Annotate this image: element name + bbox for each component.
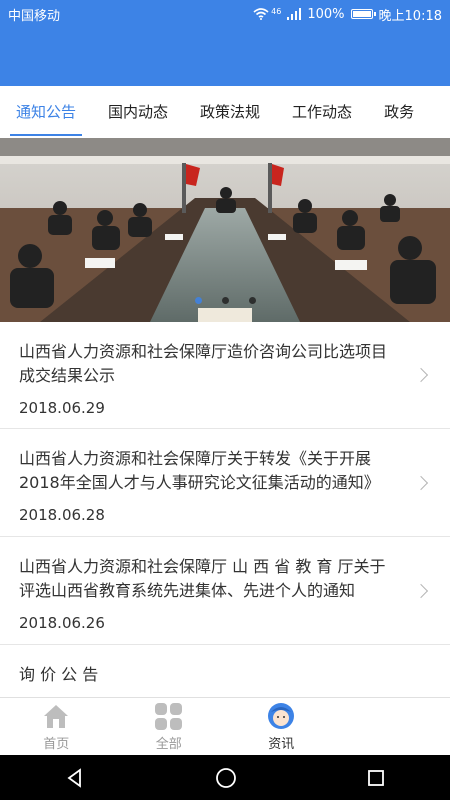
app-header xyxy=(0,28,450,86)
chevron-right-icon xyxy=(413,475,429,490)
back-icon[interactable] xyxy=(65,767,85,788)
news-date: 2018.06.26 xyxy=(19,614,105,632)
tab-label: 政务 xyxy=(384,103,415,121)
wifi-icon xyxy=(253,8,269,20)
tab-label: 政策法规 xyxy=(200,103,261,121)
news-item[interactable]: 山西省人力资源和社会保障厅关于转发《关于开展2018年全国人才与人事研究论文征集… xyxy=(0,429,450,537)
clock: 晚上10:18 xyxy=(378,8,442,24)
tab-policies[interactable]: 政策法规 xyxy=(184,86,276,138)
nav-news[interactable]: 资讯 xyxy=(225,698,338,756)
news-list: 山西省人力资源和社会保障厅造价咨询公司比选项目成交结果公示 2018.06.29… xyxy=(0,322,450,723)
recents-icon[interactable] xyxy=(367,769,385,787)
news-title: 山西省人力资源和社会保障厅 山 西 省 教 育 厅关于评选山西省教育系统先进集体… xyxy=(19,557,386,600)
network-type-label: 46 xyxy=(271,6,282,16)
chevron-right-icon xyxy=(413,367,429,383)
bottom-navigation: 首页 全部 资讯 xyxy=(0,697,450,756)
nav-mine[interactable] xyxy=(338,698,450,756)
home-icon xyxy=(41,702,71,730)
signal-icon xyxy=(287,8,302,20)
tab-work-news[interactable]: 工作动态 xyxy=(276,86,368,138)
battery-icon xyxy=(350,9,376,19)
news-avatar-icon xyxy=(266,702,296,730)
news-title: 山西省人力资源和社会保障厅关于转发《关于开展2018年全国人才与人事研究论文征集… xyxy=(19,449,380,492)
nav-label: 首页 xyxy=(43,737,70,752)
nav-label: 资讯 xyxy=(268,737,295,752)
carrier-label: 中国移动 xyxy=(8,8,61,24)
news-title: 询 价 公 告 xyxy=(19,665,99,684)
status-indicators: 46 100% 晚上10:18 xyxy=(253,5,442,24)
nav-all[interactable]: 全部 xyxy=(113,698,226,756)
news-item[interactable]: 山西省人力资源和社会保障厅 山 西 省 教 育 厅关于评选山西省教育系统先进集体… xyxy=(0,537,450,645)
news-item[interactable]: 询 价 公 告 xyxy=(0,645,450,723)
tab-notices[interactable]: 通知公告 xyxy=(0,86,92,138)
meeting-photo xyxy=(0,138,450,322)
battery-level xyxy=(352,11,371,17)
news-date: 2018.06.28 xyxy=(19,506,105,524)
grid-icon xyxy=(154,702,184,730)
tab-domestic-news[interactable]: 国内动态 xyxy=(92,86,184,138)
carousel-indicators xyxy=(0,297,450,304)
tab-label: 通知公告 xyxy=(16,103,77,121)
home-circle-icon[interactable] xyxy=(215,767,237,789)
status-bar: 中国移动 46 100% 晚上10:18 xyxy=(0,0,450,28)
carousel-dot[interactable] xyxy=(248,297,256,304)
nav-label: 全部 xyxy=(155,737,182,752)
nav-home[interactable]: 首页 xyxy=(0,698,113,756)
banner-carousel[interactable] xyxy=(0,138,450,322)
chevron-right-icon xyxy=(413,583,429,598)
tab-government-affairs[interactable]: 政务 xyxy=(368,86,430,138)
system-navigation-bar xyxy=(0,755,450,800)
nav-icon-obscured xyxy=(379,712,409,740)
category-tabs: 通知公告 国内动态 政策法规 工作动态 政务 xyxy=(0,86,450,139)
battery-percent: 100% xyxy=(307,6,345,22)
carousel-dot[interactable] xyxy=(221,297,229,304)
tab-label: 国内动态 xyxy=(108,103,169,121)
carousel-dot[interactable] xyxy=(194,297,202,304)
news-item[interactable]: 山西省人力资源和社会保障厅造价咨询公司比选项目成交结果公示 2018.06.29 xyxy=(0,322,450,429)
news-date: 2018.06.29 xyxy=(19,399,105,417)
tab-label: 工作动态 xyxy=(292,103,353,121)
news-title: 山西省人力资源和社会保障厅造价咨询公司比选项目成交结果公示 xyxy=(19,342,388,385)
